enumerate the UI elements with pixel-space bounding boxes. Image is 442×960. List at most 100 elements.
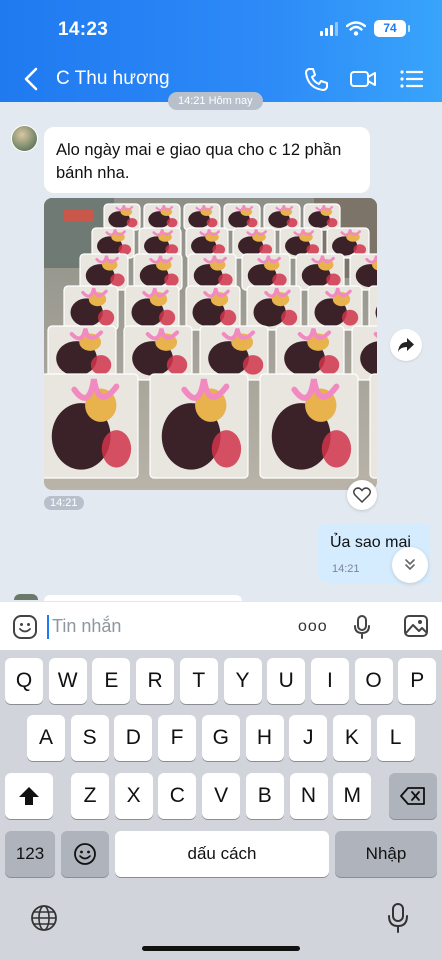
share-button[interactable] (390, 329, 422, 361)
globe-icon[interactable] (30, 904, 58, 932)
sauce-cup (206, 218, 218, 228)
backspace-key[interactable] (389, 773, 437, 819)
sauce-cup (90, 355, 112, 375)
emoji-key[interactable] (61, 831, 109, 877)
key-l[interactable]: L (376, 715, 415, 761)
sauce-cup (286, 218, 298, 228)
sauce-cup (281, 309, 298, 326)
sauce-cup (306, 244, 320, 255)
outgoing-message-text: Ủa sao mai (330, 534, 411, 551)
home-indicator (142, 946, 300, 951)
avatar[interactable] (11, 125, 38, 152)
sauce-cup (326, 218, 338, 228)
sauce-cup (165, 244, 179, 255)
chat-title[interactable]: C Thu hương (56, 68, 170, 90)
sauce-cup (318, 355, 340, 375)
keyboard: Q W E R T Y U I O P A S D F G H J K L Z X C V B N M 123 dấu cách Nhậ… (0, 650, 442, 960)
cake-photo-image (44, 198, 377, 490)
sauce-cup (220, 309, 237, 326)
key-b[interactable]: B (245, 773, 284, 819)
return-key[interactable]: Nhập (335, 831, 437, 877)
status-icons: 74 (320, 20, 410, 37)
next-message-avatar (14, 594, 38, 600)
battery-indicator: 74 (374, 20, 410, 37)
video-call-icon[interactable] (349, 66, 377, 92)
sauce-cup (126, 218, 138, 228)
key-t[interactable]: T (179, 658, 218, 704)
key-d[interactable]: D (114, 715, 153, 761)
heart-icon (353, 487, 371, 503)
key-f[interactable]: F (158, 715, 197, 761)
scroll-down-button[interactable] (392, 547, 428, 583)
message-photo[interactable] (44, 198, 377, 490)
sauce-cup (218, 273, 233, 287)
key-a[interactable]: A (27, 715, 65, 761)
key-r[interactable]: R (136, 658, 175, 704)
sauce-cup (101, 430, 132, 468)
key-h[interactable]: H (245, 715, 284, 761)
status-time: 14:23 (58, 19, 109, 40)
key-g[interactable]: G (201, 715, 240, 761)
key-k[interactable]: K (332, 715, 371, 761)
menu-icon[interactable] (398, 66, 426, 92)
sauce-cup (342, 309, 359, 326)
sauce-cup (259, 244, 273, 255)
key-p[interactable]: P (398, 658, 437, 704)
key-m[interactable]: M (333, 773, 372, 819)
image-icon[interactable] (403, 614, 429, 638)
sauce-cup (118, 244, 132, 255)
key-e[interactable]: E (92, 658, 131, 704)
key-z[interactable]: Z (71, 773, 109, 819)
more-options-icon[interactable]: ooo (298, 618, 328, 636)
sauce-cup (166, 355, 188, 375)
backspace-icon (400, 787, 425, 805)
key-w[interactable]: W (48, 658, 87, 704)
sauce-cup (353, 244, 367, 255)
photo-timestamp: 14:21 (44, 496, 84, 510)
incoming-message[interactable]: Alo ngày mai e giao qua cho c 12 phần bá… (44, 127, 370, 193)
chat-header: 14:23 74 C Thu hương (0, 0, 442, 102)
sauce-cup (166, 218, 178, 228)
text-cursor (47, 615, 49, 639)
sauce-cup (321, 430, 352, 468)
day-time-chip: 14:21 Hôm nay (168, 92, 263, 110)
sauce-cup (212, 244, 226, 255)
key-q[interactable]: Q (5, 658, 43, 704)
sauce-cup (98, 309, 115, 326)
key-y[interactable]: Y (223, 658, 262, 704)
key-j[interactable]: J (289, 715, 328, 761)
key-s[interactable]: S (70, 715, 109, 761)
share-icon (398, 338, 414, 352)
key-c[interactable]: C (158, 773, 197, 819)
dictation-icon[interactable] (387, 902, 409, 934)
react-button[interactable] (347, 480, 377, 510)
shift-key[interactable] (5, 773, 53, 819)
key-n[interactable]: N (289, 773, 328, 819)
space-key[interactable]: dấu cách (115, 831, 329, 877)
outgoing-timestamp: 14:21 (332, 563, 360, 575)
sauce-cup (159, 309, 176, 326)
key-i[interactable]: I (310, 658, 349, 704)
message-input[interactable]: Tin nhắn (52, 616, 121, 637)
message-input-bar: Tin nhắn ooo (0, 601, 442, 650)
sauce-cup (164, 273, 179, 287)
sauce-cup (246, 218, 258, 228)
sauce-cup (326, 273, 341, 287)
numbers-key[interactable]: 123 (5, 831, 55, 877)
wifi-icon (346, 21, 366, 36)
sauce-cup (110, 273, 125, 287)
signal-icon (320, 21, 338, 36)
cake-box (368, 285, 377, 331)
sauce-cup (242, 355, 264, 375)
key-x[interactable]: X (114, 773, 153, 819)
shift-icon (19, 787, 39, 805)
key-o[interactable]: O (354, 658, 393, 704)
phone-icon[interactable] (302, 66, 330, 92)
sticker-icon[interactable] (12, 614, 38, 640)
sauce-cup (211, 430, 242, 468)
back-icon[interactable] (20, 64, 44, 94)
key-u[interactable]: U (267, 658, 306, 704)
mic-icon[interactable] (352, 614, 372, 640)
key-v[interactable]: V (202, 773, 241, 819)
cake-box (369, 373, 377, 479)
